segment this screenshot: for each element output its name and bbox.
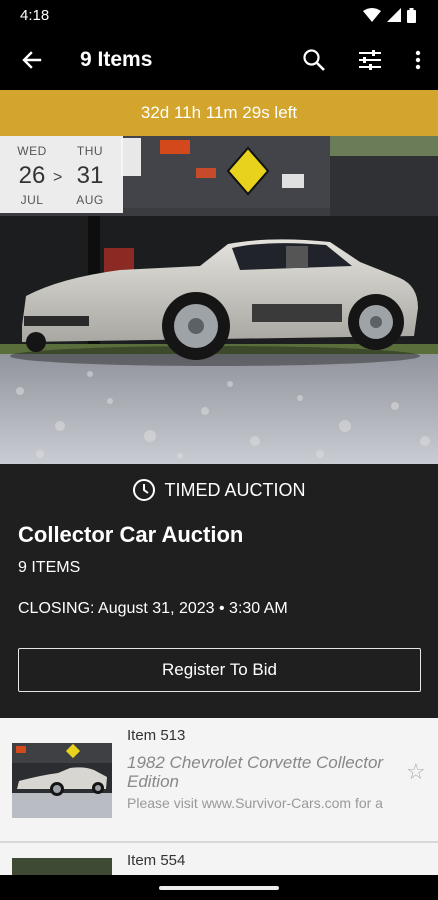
start-month: JUL	[20, 193, 44, 207]
end-dow: THU	[76, 144, 104, 158]
home-gesture-handle[interactable]	[159, 885, 279, 890]
register-to-bid-button[interactable]: Register To Bid	[18, 648, 421, 692]
clock-icon	[133, 479, 156, 501]
auction-details: TIMED AUCTION Collector Car Auction 9 IT…	[0, 464, 438, 718]
search-icon	[303, 49, 325, 71]
list-item[interactable]: Item 513 1982 Chevrolet Corvette Collect…	[0, 718, 438, 841]
lot-name: 1982 Chevrolet Corvette Collector Editio…	[127, 753, 384, 791]
auction-type-label: TIMED AUCTION	[164, 479, 306, 500]
back-button[interactable]	[0, 30, 64, 90]
auction-type: TIMED AUCTION	[0, 476, 438, 504]
lot-thumbnail	[12, 743, 112, 818]
closing-time: CLOSING: August 31, 2023 • 3:30 AM	[18, 600, 288, 617]
start-dow: WED	[17, 144, 47, 158]
lot-number: Item 513	[127, 727, 186, 744]
wifi-icon	[363, 8, 381, 22]
status-bar: 4:18	[0, 0, 438, 30]
filter-button[interactable]	[342, 30, 398, 90]
status-icons	[363, 7, 416, 23]
countdown-banner: 32d 11h 11m 29s left	[0, 90, 438, 136]
filter-sliders-icon	[359, 50, 381, 70]
app-bar-actions	[286, 30, 438, 90]
lot-number: Item 554	[127, 852, 186, 869]
system-nav-bar	[0, 875, 438, 900]
signal-icon	[387, 8, 401, 22]
more-vert-icon	[415, 50, 421, 70]
page-title: 9 Items	[80, 48, 153, 71]
end-date: THU 31 AUG	[60, 136, 120, 207]
battery-icon	[407, 7, 416, 23]
app-bar: 9 Items	[0, 30, 438, 90]
auction-title: Collector Car Auction	[18, 522, 244, 547]
list-item[interactable]: Item 554	[0, 843, 438, 875]
item-count: 9 ITEMS	[18, 559, 81, 576]
status-time: 4:18	[20, 6, 50, 24]
search-button[interactable]	[286, 30, 342, 90]
end-day: 31	[76, 162, 104, 189]
date-range-badge: WED 26 JUL > THU 31 AUG	[0, 136, 123, 213]
watchlist-star-icon[interactable]: ☆	[406, 759, 426, 785]
lot-thumbnail	[12, 858, 112, 875]
more-options-button[interactable]	[398, 30, 438, 90]
end-month: AUG	[76, 193, 104, 207]
lot-list: Item 513 1982 Chevrolet Corvette Collect…	[0, 718, 438, 875]
lot-description: Please visit www.Survivor-Cars.com for a	[127, 795, 383, 811]
arrow-back-icon	[22, 51, 42, 69]
